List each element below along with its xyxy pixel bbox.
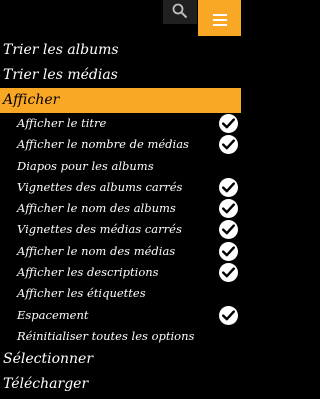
display-option[interactable]: Afficher les descriptions	[0, 262, 241, 283]
display-option[interactable]: Réinitialiser toutes les options	[0, 326, 241, 347]
display-option[interactable]: Diapos pour les albums	[0, 156, 241, 177]
check-icon	[219, 241, 238, 261]
check-icon	[219, 135, 238, 155]
menu-item-download[interactable]: Télécharger	[0, 372, 241, 397]
display-option[interactable]: Vignettes des médias carrés	[0, 219, 241, 240]
check-icon	[219, 220, 238, 240]
display-option-label: Vignettes des médias carrés	[17, 222, 182, 237]
display-option[interactable]: Afficher les étiquettes	[0, 283, 241, 304]
display-option[interactable]: Afficher le titre	[0, 113, 241, 134]
options-menu: Trier les albums Trier les médias Affich…	[0, 38, 241, 397]
display-option-label: Afficher les étiquettes	[17, 286, 146, 301]
hamburger-icon	[213, 14, 227, 29]
search-icon	[172, 3, 188, 19]
display-option[interactable]: Vignettes des albums carrés	[0, 177, 241, 198]
display-option-label: Afficher le nom des albums	[17, 201, 176, 216]
display-option[interactable]: Afficher le nom des albums	[0, 198, 241, 219]
menu-item-select[interactable]: Sélectionner	[0, 347, 241, 372]
display-option-label: Réinitialiser toutes les options	[17, 328, 195, 343]
search-button[interactable]	[163, 0, 197, 24]
check-icon	[219, 263, 238, 283]
display-option-label: Espacement	[17, 307, 89, 322]
display-option-label: Afficher les descriptions	[17, 265, 159, 280]
check-icon	[219, 177, 238, 197]
display-option-label: Afficher le nom des médias	[17, 243, 176, 258]
menu-item-display[interactable]: Afficher	[0, 88, 241, 113]
check-icon	[219, 199, 238, 219]
menu-button[interactable]	[198, 0, 241, 36]
top-toolbar	[0, 0, 241, 36]
display-option-label: Afficher le titre	[17, 116, 107, 130]
menu-item-sort-albums[interactable]: Trier les albums	[0, 38, 241, 63]
display-option-label: Afficher le nombre de médias	[17, 137, 189, 152]
display-options-list: Afficher le titre Afficher le nombre de m…	[0, 113, 241, 347]
display-option[interactable]: Espacement	[0, 305, 241, 326]
menu-item-sort-media[interactable]: Trier les médias	[0, 63, 241, 88]
check-icon	[219, 114, 238, 133]
display-option-label: Vignettes des albums carrés	[17, 179, 183, 194]
check-icon	[219, 305, 238, 325]
display-option-label: Diapos pour les albums	[17, 158, 154, 173]
display-option[interactable]: Afficher le nombre de médias	[0, 134, 241, 155]
display-option[interactable]: Afficher le nom des médias	[0, 241, 241, 262]
